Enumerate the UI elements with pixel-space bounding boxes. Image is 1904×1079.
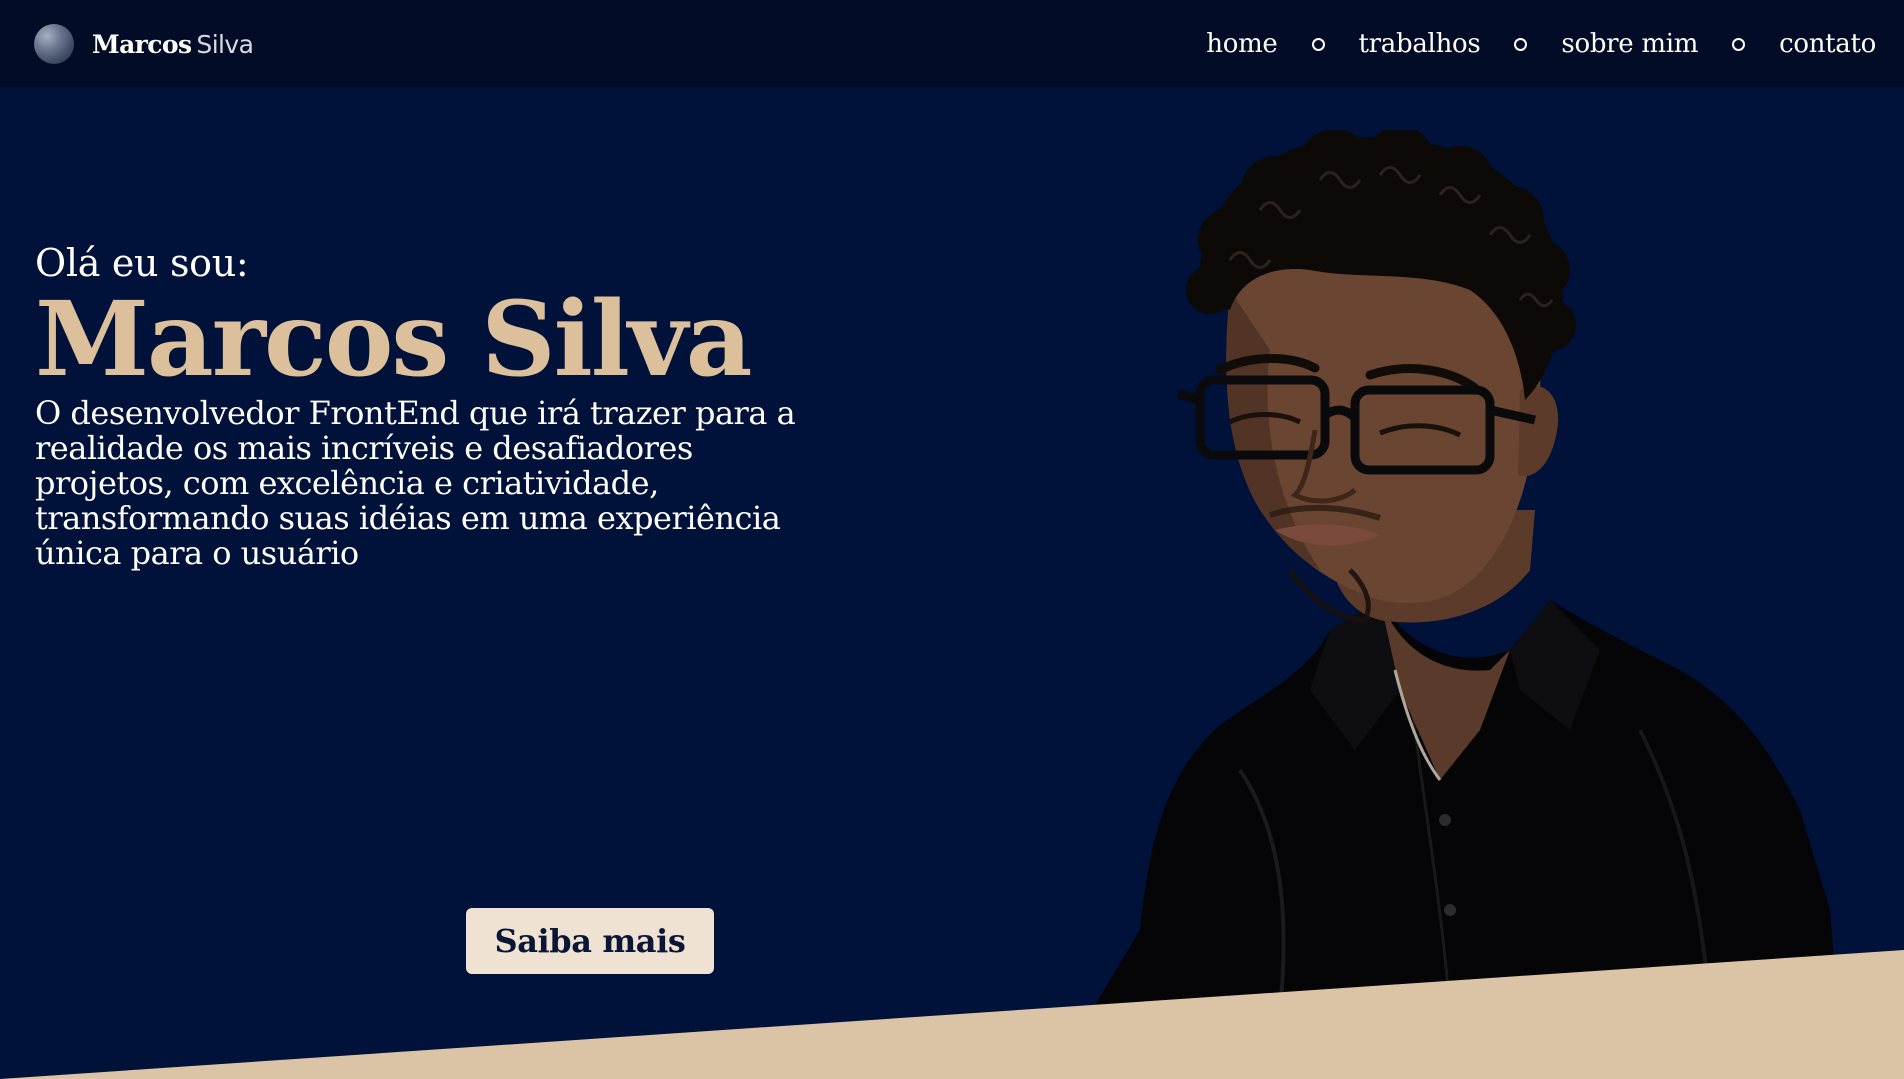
brand[interactable]: Marcos Silva: [34, 22, 254, 66]
brand-last-name: Silva: [196, 29, 254, 59]
main-nav: home trabalhos sobre mim contato: [1206, 22, 1876, 66]
nav-link-home[interactable]: home: [1206, 29, 1278, 59]
shirt-shape: [1080, 600, 1840, 1030]
brand-first-name: Marcos: [92, 29, 192, 59]
hero-description: O desenvolvedor FrontEnd que irá trazer …: [35, 394, 796, 572]
navbar: Marcos Silva home trabalhos sobre mim co…: [0, 0, 1904, 87]
brand-logo-icon: [34, 24, 74, 64]
nav-link-sobre-mim[interactable]: sobre mim: [1561, 29, 1698, 59]
nav-separator-icon: [1514, 37, 1528, 51]
hero-name: Marcos Silva: [35, 279, 753, 400]
profile-photo: [1080, 130, 1840, 1030]
nav-link-trabalhos[interactable]: trabalhos: [1359, 29, 1481, 59]
saiba-mais-button[interactable]: Saiba mais: [466, 908, 714, 974]
nav-separator-icon: [1732, 37, 1746, 51]
hero-section: Olá eu sou: Marcos Silva O desenvolvedor…: [35, 240, 835, 571]
nav-separator-icon: [1311, 37, 1325, 51]
landing-page: Marcos Silva home trabalhos sobre mim co…: [0, 0, 1904, 1079]
nav-link-contato[interactable]: contato: [1779, 29, 1876, 59]
